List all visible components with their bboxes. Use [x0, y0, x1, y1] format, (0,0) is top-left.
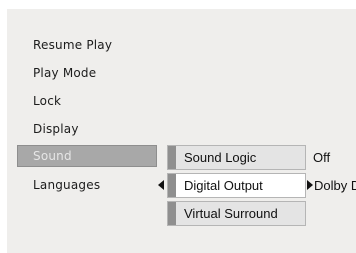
- digital-output-value: Dolby D: [314, 178, 356, 193]
- menu-item-languages[interactable]: Languages: [33, 178, 100, 192]
- left-arrow-icon[interactable]: [158, 180, 164, 190]
- submenu-item-label: Virtual Surround: [184, 206, 278, 221]
- menu-item-display[interactable]: Display: [33, 122, 79, 136]
- sound-logic-value: Off: [313, 150, 331, 165]
- submenu-tab: [168, 146, 176, 169]
- menu-item-lock[interactable]: Lock: [33, 94, 61, 108]
- submenu-item-virtual-surround[interactable]: Virtual Surround: [167, 201, 306, 226]
- submenu-item-label: Sound Logic: [184, 150, 257, 165]
- submenu-tab: [168, 202, 176, 225]
- menu-item-play-mode[interactable]: Play Mode: [33, 66, 96, 80]
- right-arrow-icon[interactable]: [307, 180, 313, 190]
- submenu-tab: [168, 174, 176, 197]
- menu-item-resume-play[interactable]: Resume Play: [33, 38, 112, 52]
- submenu-item-digital-output[interactable]: Digital Output: [167, 173, 306, 198]
- menu-item-sound[interactable]: Sound: [17, 145, 157, 167]
- submenu-item-sound-logic[interactable]: Sound Logic: [167, 145, 306, 170]
- submenu-item-label: Digital Output: [184, 178, 263, 193]
